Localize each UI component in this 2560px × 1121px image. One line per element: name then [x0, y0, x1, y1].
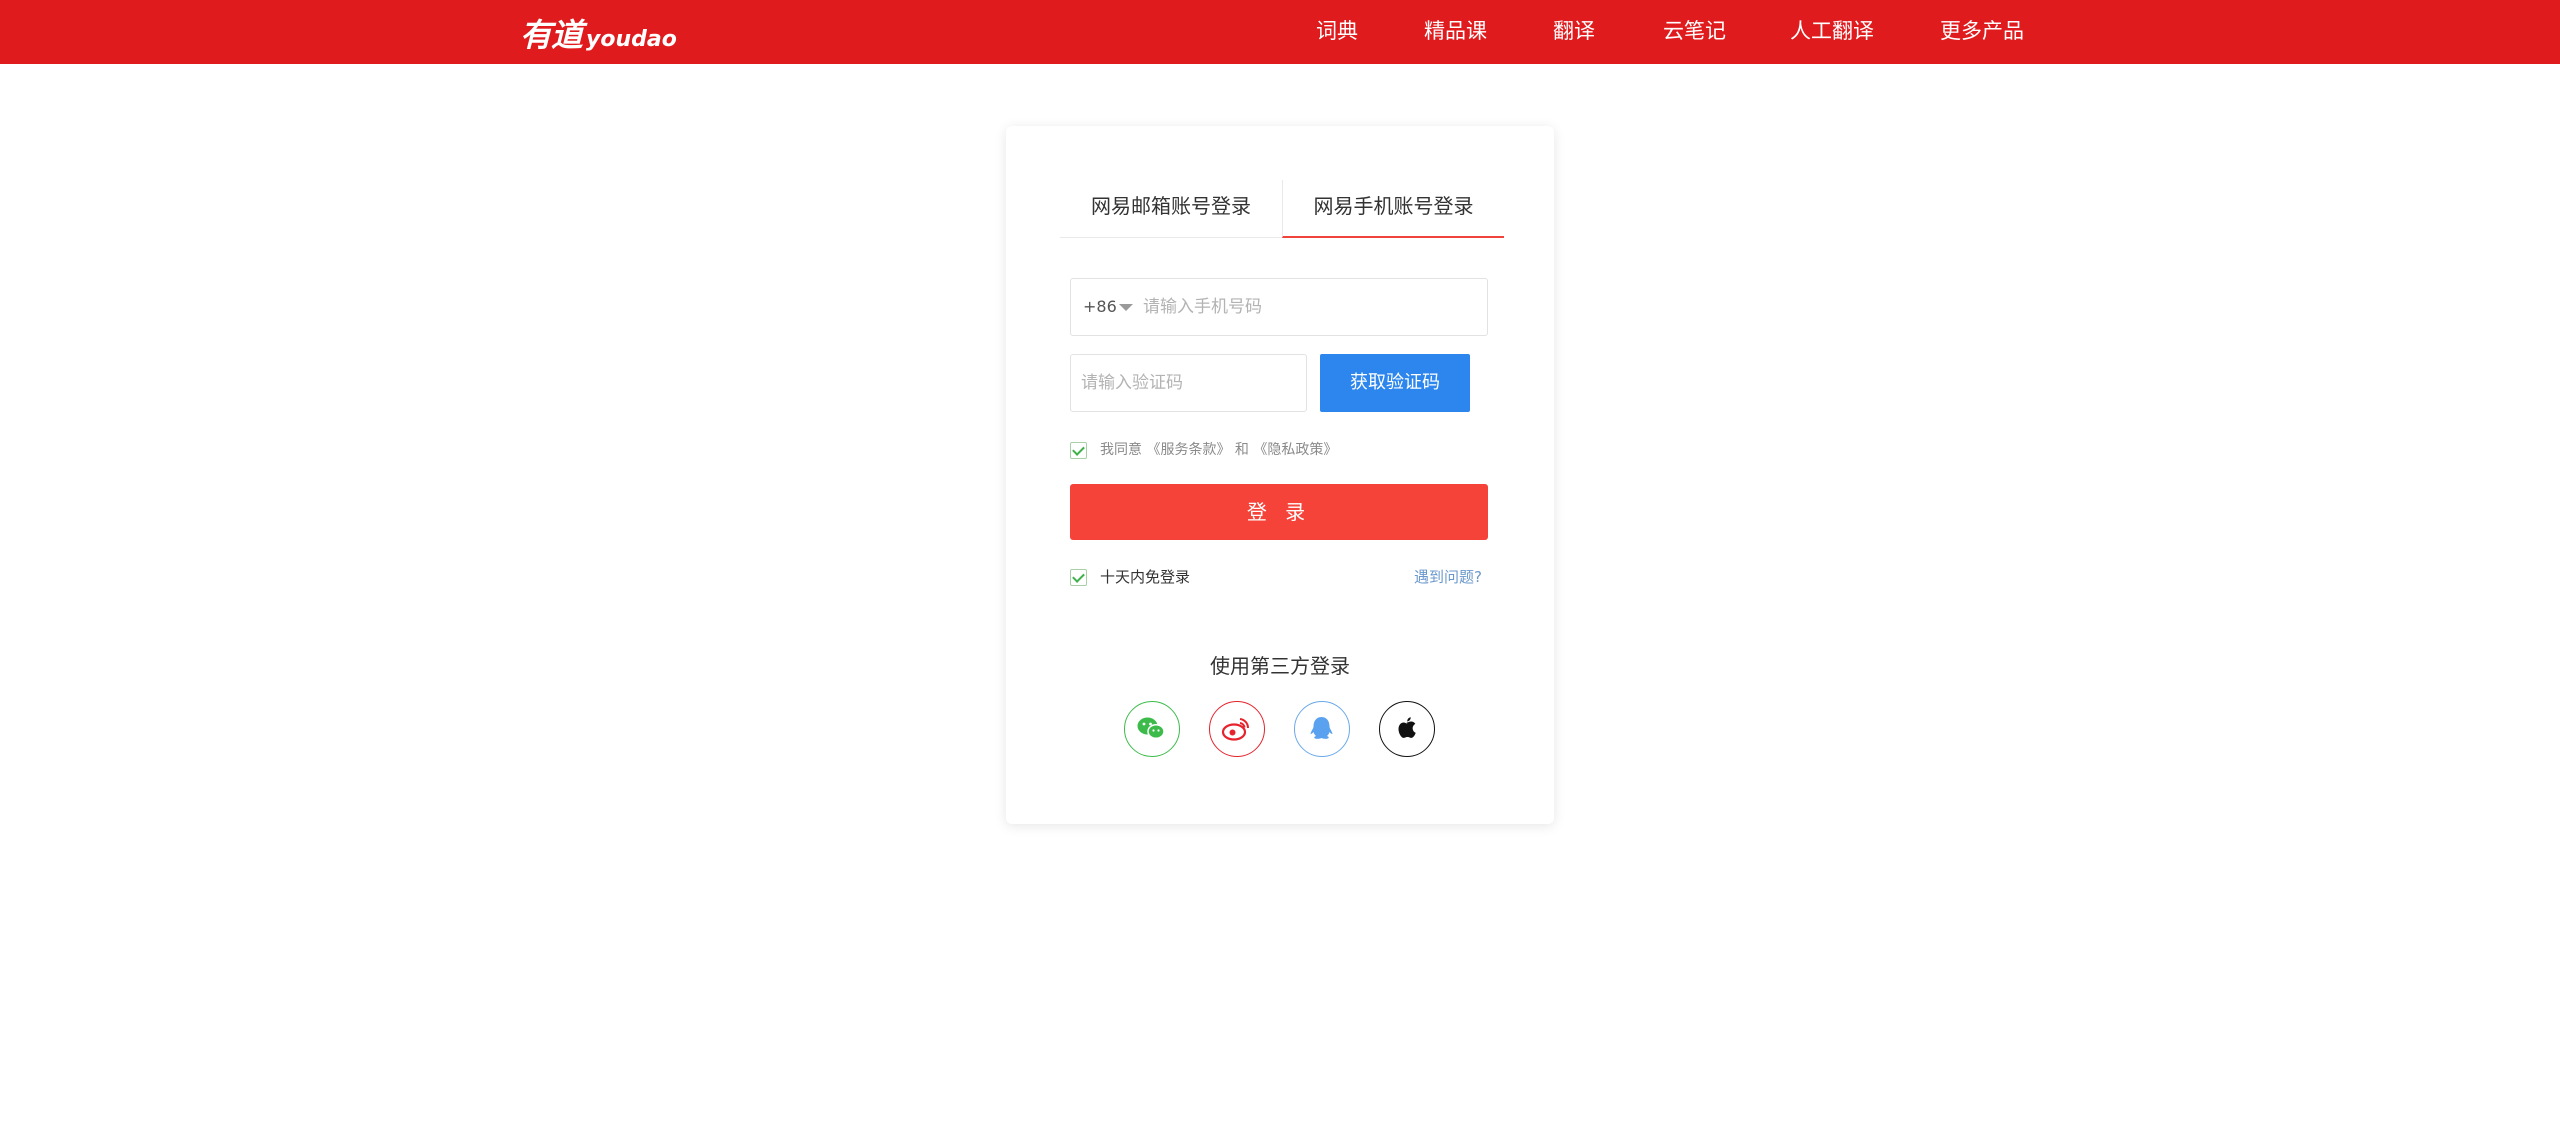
nav-item-cloud-notes[interactable]: 云笔记 — [1663, 16, 1726, 46]
verification-code-field — [1070, 354, 1307, 412]
apple-login-button[interactable] — [1379, 701, 1435, 757]
agree-prefix: 我同意 — [1100, 442, 1142, 458]
login-button[interactable]: 登 录 — [1070, 484, 1488, 540]
login-card: 网易邮箱账号登录 网易手机账号登录 +86 获取验证码 我同意 《服务条款》 和… — [1006, 126, 1554, 824]
wechat-icon — [1137, 717, 1165, 740]
terms-link[interactable]: 《服务条款》 — [1146, 442, 1230, 458]
top-navigation-bar: 有道 youdao 词典 精品课 翻译 云笔记 人工翻译 更多产品 — [0, 0, 2560, 64]
agree-checkbox[interactable] — [1070, 442, 1087, 459]
nav-item-human-translation[interactable]: 人工翻译 — [1790, 16, 1874, 46]
logo-chinese-text: 有道 — [520, 16, 583, 54]
country-code-select[interactable]: +86 — [1083, 279, 1117, 335]
youdao-logo[interactable]: 有道 youdao — [520, 10, 677, 54]
remember-checkbox[interactable] — [1070, 569, 1087, 586]
logo-english-text: youdao — [586, 27, 677, 52]
qq-icon — [1310, 717, 1333, 739]
verification-code-input[interactable] — [1081, 355, 1296, 411]
phone-field: +86 — [1070, 278, 1488, 336]
agree-and: 和 — [1234, 442, 1249, 458]
wechat-login-button[interactable] — [1124, 701, 1180, 757]
problem-link[interactable]: 遇到问题? — [1414, 566, 1482, 588]
tab-email-login[interactable]: 网易邮箱账号登录 — [1060, 180, 1282, 238]
nav-item-dictionary[interactable]: 词典 — [1316, 16, 1358, 46]
login-tabs: 网易邮箱账号登录 网易手机账号登录 — [1060, 180, 1504, 238]
nav-item-more-products[interactable]: 更多产品 — [1940, 16, 2024, 46]
nav-item-courses[interactable]: 精品课 — [1424, 16, 1487, 46]
agreement-text: 我同意 《服务条款》 和 《隐私政策》 — [1100, 439, 1337, 461]
privacy-link[interactable]: 《隐私政策》 — [1253, 442, 1337, 458]
third-party-title: 使用第三方登录 — [1210, 654, 1350, 678]
weibo-login-button[interactable] — [1209, 701, 1265, 757]
chevron-down-icon[interactable] — [1119, 304, 1133, 311]
phone-input[interactable] — [1143, 279, 1473, 335]
apple-icon — [1398, 717, 1416, 738]
tab-phone-login[interactable]: 网易手机账号登录 — [1282, 180, 1504, 238]
weibo-icon — [1221, 718, 1250, 741]
get-code-button[interactable]: 获取验证码 — [1320, 354, 1470, 412]
remember-label[interactable]: 十天内免登录 — [1100, 566, 1190, 588]
nav-item-translate[interactable]: 翻译 — [1553, 16, 1595, 46]
qq-login-button[interactable] — [1294, 701, 1350, 757]
